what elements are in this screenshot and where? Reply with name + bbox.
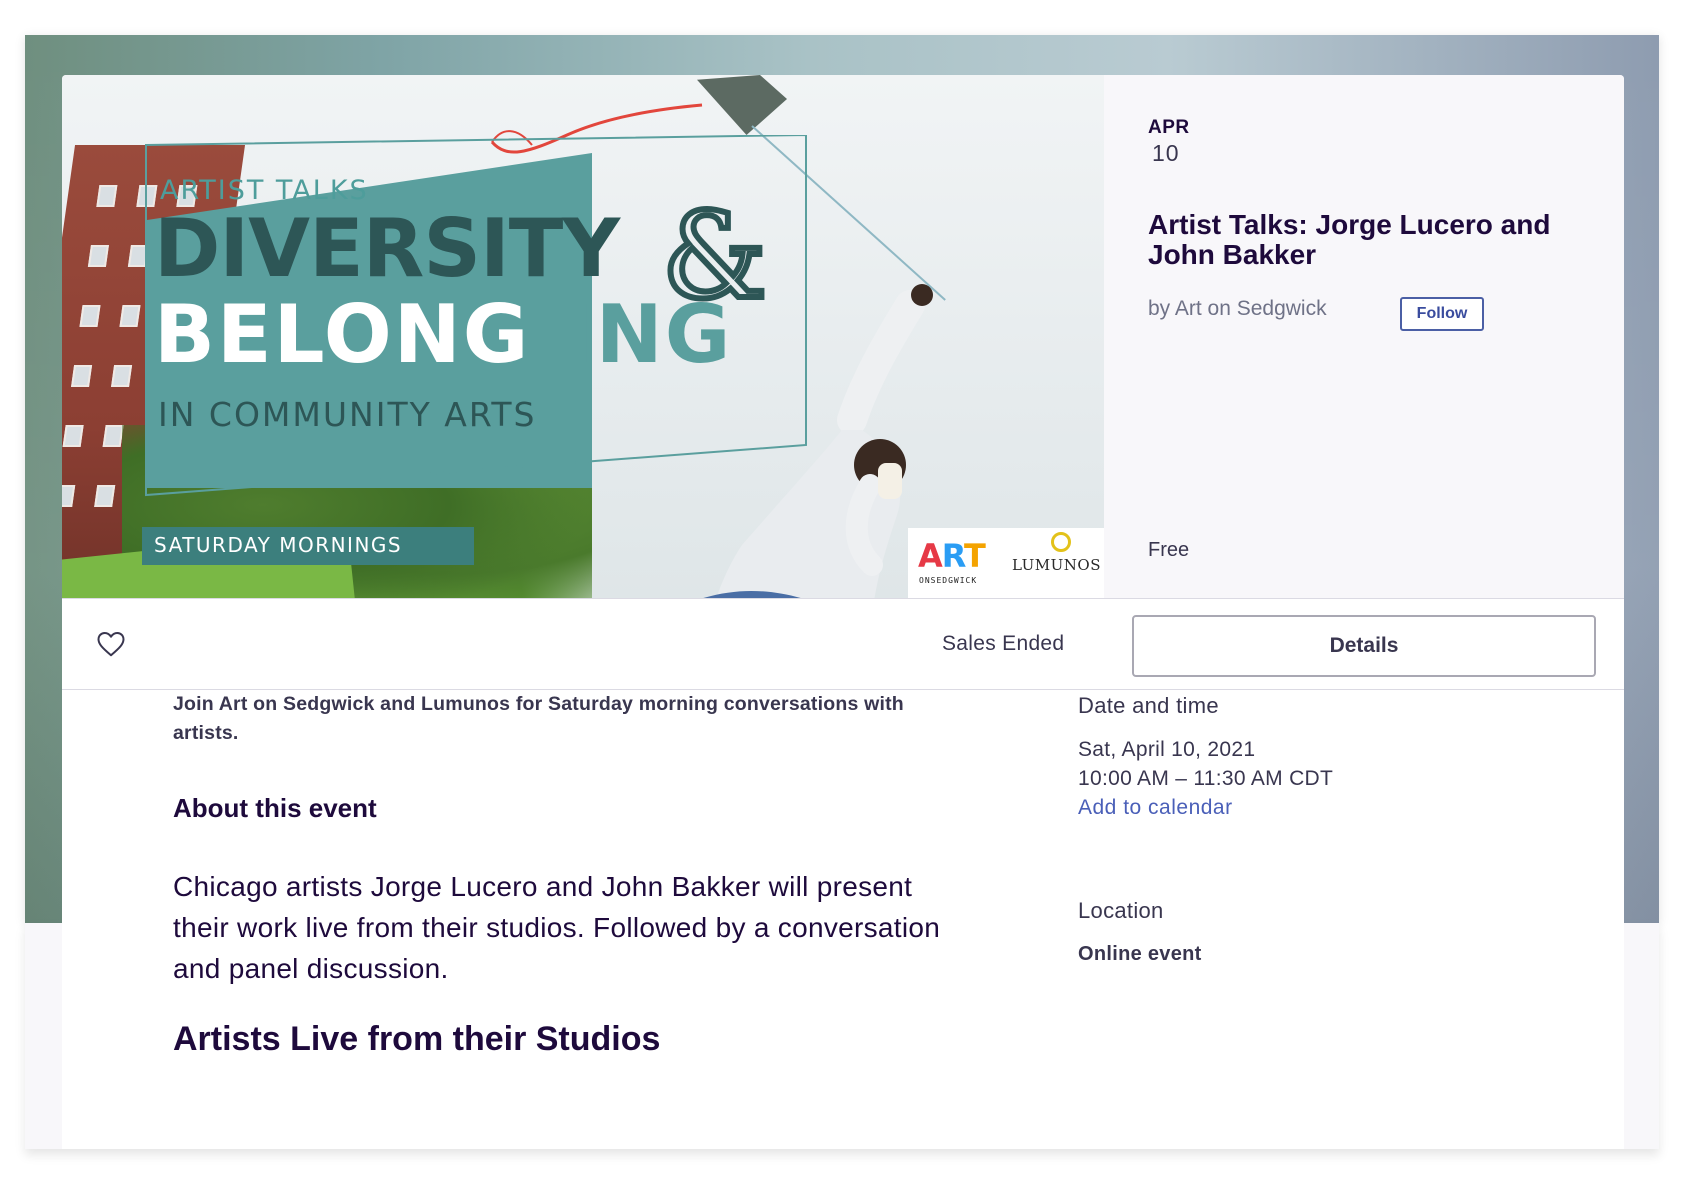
follow-button[interactable]: Follow <box>1400 297 1484 331</box>
hero-tag: SATURDAY MORNINGS <box>154 533 403 557</box>
event-day: 10 <box>1152 140 1180 166</box>
hero-title-line3: IN COMMUNITY ARTS <box>158 395 537 434</box>
event-date: Sat, April 10, 2021 <box>1078 738 1256 761</box>
event-location: Online event <box>1078 943 1202 965</box>
about-heading: About this event <box>173 793 377 823</box>
action-bar: Sales Ended Details <box>62 598 1624 690</box>
hero-title-line1: DIVERSITY <box>154 202 620 295</box>
sales-status: Sales Ended <box>942 632 1065 655</box>
heart-icon[interactable] <box>96 629 126 659</box>
art-on-sedgwick-logo-subtext: ONSEDGWICK <box>919 576 978 585</box>
hero-title-line2: BELONG <box>154 288 531 381</box>
event-time: 10:00 AM – 11:30 AM CDT <box>1078 767 1334 790</box>
location-heading: Location <box>1078 898 1164 923</box>
sponsor-logos: ART ONSEDGWICK LUMUNOS <box>908 528 1104 598</box>
event-summary-panel: APR 10 Artist Talks: Jorge Lucero and Jo… <box>1104 75 1624 598</box>
event-summary: Join Art on Sedgwick and Lumunos for Sat… <box>173 693 904 744</box>
date-time-heading: Date and time <box>1078 693 1219 718</box>
event-month: APR <box>1148 117 1190 138</box>
event-hero-image: ARTIST TALKS DIVERSITY & BELONG ING IN C… <box>62 75 1104 598</box>
kite-graphic <box>697 75 787 135</box>
lumunos-logo-mark <box>1051 532 1071 552</box>
lumunos-logo: LUMUNOS <box>1012 556 1101 574</box>
art-on-sedgwick-logo: ART <box>918 537 986 575</box>
event-title: Artist Talks: Jorge Lucero and John Bakk… <box>1148 209 1551 270</box>
details-button[interactable]: Details <box>1132 615 1596 677</box>
event-description: Chicago artists Jorge Lucero and John Ba… <box>173 871 941 984</box>
organizer-name[interactable]: by Art on Sedgwick <box>1148 297 1327 321</box>
section-heading: Artists Live from their Studios <box>173 1020 661 1058</box>
add-to-calendar-link[interactable]: Add to calendar <box>1078 796 1233 820</box>
event-price: Free <box>1148 539 1190 561</box>
